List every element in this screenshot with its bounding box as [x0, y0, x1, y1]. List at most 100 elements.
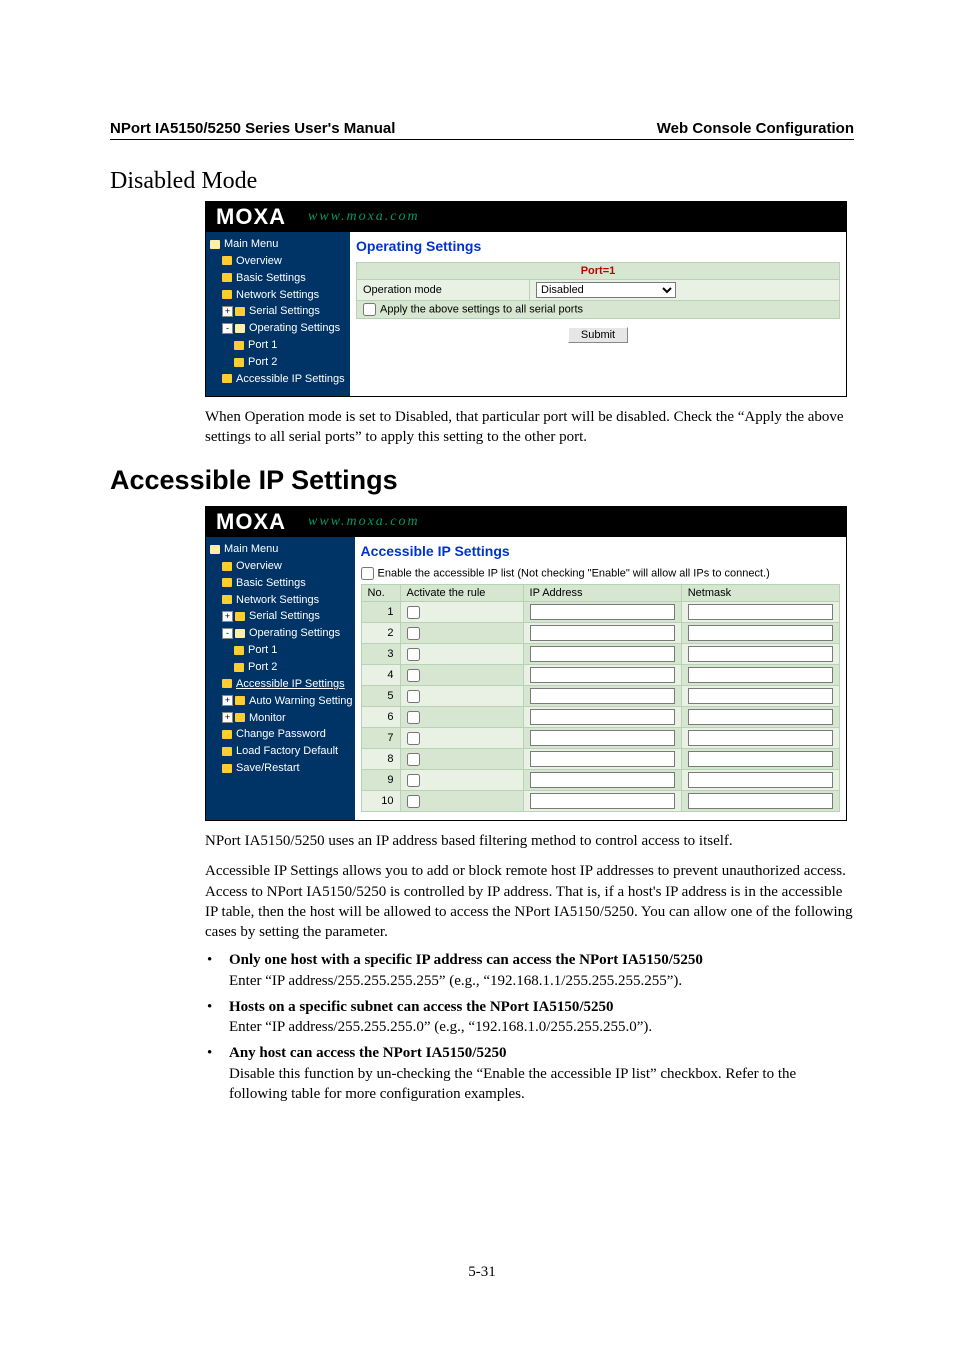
sidebar-item-overview[interactable]: Overview — [208, 253, 348, 270]
folder-icon — [222, 679, 232, 688]
sidebar-item-change-password[interactable]: Change Password — [208, 726, 353, 743]
row-netmask-cell — [681, 686, 839, 707]
brand-url: www.moxa.com — [308, 209, 420, 225]
netmask-input[interactable] — [688, 709, 833, 725]
sidebar-item-accessible-ip[interactable]: Accessible IP Settings — [208, 371, 348, 388]
sidebar-root[interactable]: Main Menu — [208, 541, 353, 558]
sidebar-root[interactable]: Main Menu — [208, 236, 348, 253]
sidebar-item-port1[interactable]: Port 1 — [208, 337, 348, 354]
sidebar-item-monitor[interactable]: +Monitor — [208, 710, 353, 727]
row-activate-cell — [400, 791, 523, 812]
ip-input[interactable] — [530, 646, 675, 662]
row-netmask-cell — [681, 770, 839, 791]
sidebar-item-basic[interactable]: Basic Settings — [208, 575, 353, 592]
activate-checkbox[interactable] — [407, 732, 420, 745]
row-activate-cell — [400, 623, 523, 644]
paragraph-disabled: When Operation mode is set to Disabled, … — [205, 407, 854, 448]
row-no: 1 — [361, 602, 400, 623]
ip-input[interactable] — [530, 667, 675, 683]
netmask-input[interactable] — [688, 751, 833, 767]
th-activate: Activate the rule — [400, 585, 523, 602]
folder-open-icon — [235, 324, 245, 333]
activate-checkbox[interactable] — [407, 774, 420, 787]
row-ip-cell — [523, 623, 681, 644]
sidebar-item-save-restart[interactable]: Save/Restart — [208, 760, 353, 777]
folder-open-icon — [210, 240, 220, 249]
sidebar-item-operating[interactable]: -Operating Settings — [208, 625, 353, 642]
sidebar-item-network[interactable]: Network Settings — [208, 287, 348, 304]
sidebar-item-accessible-ip[interactable]: Accessible IP Settings — [208, 676, 353, 693]
console-accessible-ip: MOXA www.moxa.com Main Menu Overview Bas… — [205, 506, 847, 821]
row-no: 7 — [361, 728, 400, 749]
ip-input[interactable] — [530, 625, 675, 641]
row-netmask-cell — [681, 728, 839, 749]
sidebar-item-factory-default[interactable]: Load Factory Default — [208, 743, 353, 760]
row-netmask-cell — [681, 602, 839, 623]
activate-checkbox[interactable] — [407, 606, 420, 619]
doc-header: NPort IA5150/5250 Series User's Manual W… — [110, 120, 854, 140]
row-activate-cell — [400, 770, 523, 791]
activate-checkbox[interactable] — [407, 753, 420, 766]
ip-input[interactable] — [530, 730, 675, 746]
section-accessible-ip: Accessible IP Settings — [110, 465, 854, 496]
sidebar-item-basic[interactable]: Basic Settings — [208, 270, 348, 287]
netmask-input[interactable] — [688, 688, 833, 704]
ip-input[interactable] — [530, 751, 675, 767]
content-title: Operating Settings — [356, 238, 840, 254]
netmask-input[interactable] — [688, 730, 833, 746]
collapse-icon[interactable]: - — [222, 628, 233, 639]
opmode-select[interactable]: Disabled — [536, 282, 676, 298]
ip-input[interactable] — [530, 793, 675, 809]
row-no: 4 — [361, 665, 400, 686]
bullet-item: Only one host with a specific IP address… — [229, 950, 854, 991]
netmask-input[interactable] — [688, 604, 833, 620]
activate-checkbox[interactable] — [407, 711, 420, 724]
ip-input[interactable] — [530, 604, 675, 620]
opmode-label: Operation mode — [357, 280, 530, 301]
row-ip-cell — [523, 644, 681, 665]
activate-checkbox[interactable] — [407, 795, 420, 808]
ip-table: No. Activate the rule IP Address Netmask… — [361, 584, 840, 812]
sidebar-item-port2[interactable]: Port 2 — [208, 354, 348, 371]
expand-icon[interactable]: + — [222, 712, 233, 723]
activate-checkbox[interactable] — [407, 690, 420, 703]
sidebar-item-port1[interactable]: Port 1 — [208, 642, 353, 659]
sidebar-item-operating[interactable]: -Operating Settings — [208, 320, 348, 337]
netmask-input[interactable] — [688, 667, 833, 683]
sidebar-item-port2[interactable]: Port 2 — [208, 659, 353, 676]
row-no: 3 — [361, 644, 400, 665]
row-no: 9 — [361, 770, 400, 791]
expand-icon[interactable]: + — [222, 695, 233, 706]
expand-icon[interactable]: + — [222, 611, 233, 622]
folder-icon — [222, 595, 232, 604]
activate-checkbox[interactable] — [407, 627, 420, 640]
row-activate-cell — [400, 728, 523, 749]
row-no: 5 — [361, 686, 400, 707]
row-ip-cell — [523, 665, 681, 686]
enable-list-checkbox[interactable] — [361, 567, 374, 580]
activate-checkbox[interactable] — [407, 669, 420, 682]
sidebar-item-serial[interactable]: +Serial Settings — [208, 303, 348, 320]
sidebar-item-auto-warning[interactable]: +Auto Warning Setting — [208, 693, 353, 710]
netmask-input[interactable] — [688, 646, 833, 662]
netmask-input[interactable] — [688, 772, 833, 788]
paragraph-access-2: Accessible IP Settings allows you to add… — [205, 861, 854, 942]
bullet-title: Only one host with a specific IP address… — [229, 952, 703, 968]
netmask-input[interactable] — [688, 625, 833, 641]
ip-input[interactable] — [530, 772, 675, 788]
netmask-input[interactable] — [688, 793, 833, 809]
row-ip-cell — [523, 749, 681, 770]
row-netmask-cell — [681, 644, 839, 665]
sidebar: Main Menu Overview Basic Settings Networ… — [206, 537, 355, 820]
ip-input[interactable] — [530, 709, 675, 725]
row-ip-cell — [523, 686, 681, 707]
ip-input[interactable] — [530, 688, 675, 704]
sidebar-item-serial[interactable]: +Serial Settings — [208, 608, 353, 625]
activate-checkbox[interactable] — [407, 648, 420, 661]
apply-all-checkbox[interactable] — [363, 303, 376, 316]
sidebar-item-overview[interactable]: Overview — [208, 558, 353, 575]
collapse-icon[interactable]: - — [222, 323, 233, 334]
sidebar-item-network[interactable]: Network Settings — [208, 592, 353, 609]
submit-button[interactable]: Submit — [568, 327, 628, 343]
expand-icon[interactable]: + — [222, 306, 233, 317]
